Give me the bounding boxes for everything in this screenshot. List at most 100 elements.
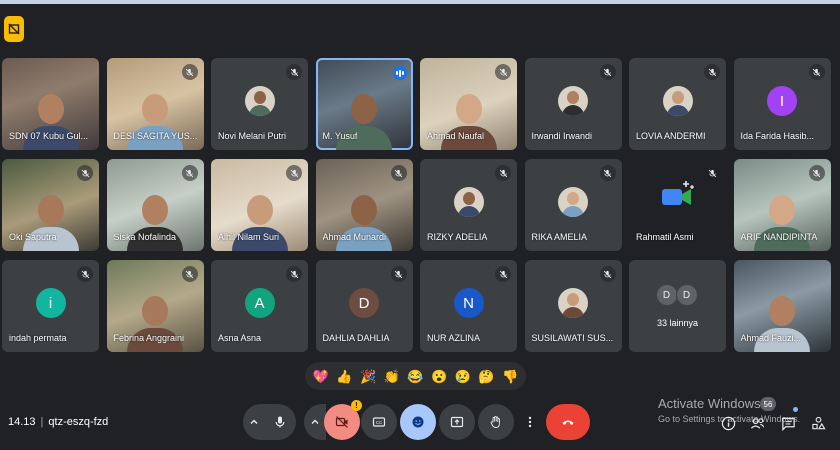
participant-tile[interactable]: D DAHLIA DAHLIA (315, 260, 413, 352)
speaking-indicator-icon (392, 66, 407, 80)
camera-warning-badge: ! (351, 400, 362, 411)
leave-call-button[interactable] (546, 404, 590, 440)
mic-off-icon (603, 270, 612, 278)
muted-indicator (181, 64, 198, 80)
party-popper-icon[interactable]: 🎉 (360, 370, 376, 383)
watermark-title: Activate Windows (658, 396, 761, 411)
more-options-button[interactable] (518, 404, 542, 440)
mic-off-icon (812, 169, 821, 177)
muted-indicator (704, 165, 720, 181)
participant-avatar: I (767, 86, 797, 116)
thinking-face-icon[interactable]: 🤔 (478, 370, 494, 383)
mic-off-icon (708, 169, 716, 177)
emoji-icon (412, 416, 424, 428)
participant-name: ARIF NANDIPINTA (740, 232, 818, 242)
participant-name: SDN 07 Kubu Gul... (9, 131, 89, 141)
participant-tile[interactable]: Alhil Nilam Suri (211, 159, 308, 251)
participant-avatar: N (453, 288, 484, 318)
participant-tile[interactable]: RIKA AMELIA (524, 159, 622, 251)
chevron-up-icon (250, 419, 258, 424)
mic-off-icon (290, 68, 298, 76)
participant-avatar (558, 86, 588, 116)
muted-indicator (495, 266, 511, 282)
participant-tile[interactable]: i indah permata (2, 260, 99, 352)
participant-tile[interactable]: Novi Melani Putri (211, 58, 308, 150)
present-button[interactable] (439, 404, 475, 440)
audio-options-button[interactable] (243, 404, 265, 440)
participant-tile[interactable]: Irwandi Irwandi (524, 58, 622, 150)
camera-button[interactable]: ! (324, 400, 362, 440)
mic-off-icon (394, 270, 403, 278)
participant-tile[interactable]: Ahmad Naufal (420, 58, 517, 150)
participant-tile[interactable]: Rahmatil Asmi (629, 159, 726, 251)
muted-indicator (495, 64, 511, 80)
people-button[interactable] (748, 414, 766, 432)
video-options-button[interactable] (304, 404, 326, 440)
participant-tile[interactable]: SUSILAWATI SUS... (524, 260, 622, 352)
more-participants-label: 33 lainnya (656, 318, 699, 328)
participant-name: RIZKY ADELIA (427, 232, 488, 242)
laughing-face-icon[interactable]: 😂 (407, 370, 423, 383)
participant-name: Ahmad Naufal (427, 131, 485, 141)
muted-indicator (77, 266, 93, 282)
participant-tile[interactable]: SDN 07 Kubu Gul... (2, 58, 99, 150)
participant-tile[interactable]: LOVIA ANDERMI (629, 58, 726, 150)
participant-tile[interactable]: Oki Saputra (2, 159, 99, 251)
mic-off-icon (185, 68, 194, 76)
crying-face-icon[interactable]: 😢 (455, 370, 471, 383)
participant-tile[interactable]: Febrina Anggraini (106, 260, 204, 352)
surprised-face-icon[interactable]: 😮 (431, 370, 447, 383)
mic-off-icon (708, 68, 716, 76)
participant-tile[interactable]: N NUR AZLINA (420, 260, 517, 352)
mic-off-icon (290, 169, 298, 177)
participant-avatar: i (35, 288, 66, 318)
participant-tile[interactable]: DESI SAGITA YUS... (106, 58, 204, 150)
activities-button[interactable] (810, 414, 826, 432)
camera-off-icon (335, 416, 348, 428)
clapping-hands-icon[interactable]: 👏 (384, 370, 400, 383)
notification-dot (793, 407, 798, 412)
participant-tile[interactable]: A Asna Asna (211, 260, 308, 352)
muted-indicator (77, 165, 93, 181)
muted-indicator (599, 64, 616, 80)
participant-count-badge: 56 (760, 397, 776, 411)
reactions-button[interactable] (400, 404, 436, 440)
participant-tile[interactable]: I Ida Farida Hasib... (733, 58, 831, 150)
mic-off-icon (812, 68, 821, 76)
participant-tile[interactable]: ARIF NANDIPINTA (733, 159, 831, 251)
thumbs-down-icon[interactable]: 👎 (502, 370, 518, 383)
participant-tile[interactable]: Siska Nofalinda (106, 159, 204, 251)
chat-icon (781, 417, 795, 431)
hand-icon (490, 415, 500, 428)
participant-tile[interactable]: M. Yusuf (315, 58, 413, 150)
captions-button[interactable]: CC (361, 404, 397, 440)
muted-indicator (808, 165, 825, 181)
muted-indicator (808, 64, 825, 80)
more-participants-tile[interactable]: D D 33 lainnya (629, 260, 726, 352)
chat-button[interactable] (780, 414, 796, 432)
participant-tile[interactable]: Ahmad Fauzi... (733, 260, 831, 352)
meeting-details-button[interactable] (720, 414, 736, 432)
reactions-bar: 💖 👍 🎉 👏 😂 😮 😢 🤔 👎 (305, 362, 526, 390)
participant-name: Oki Saputra (9, 232, 57, 242)
mic-off-icon (499, 270, 507, 278)
meet-logo-icon (662, 181, 694, 205)
activities-icon (811, 416, 826, 429)
mic-off-icon (185, 270, 194, 278)
participant-name: Ida Farida Hasib... (740, 131, 815, 141)
participant-avatar (244, 86, 275, 116)
participant-tile[interactable]: Ahmad Munardi (315, 159, 413, 251)
participant-video-feed (336, 94, 392, 150)
muted-indicator (390, 165, 407, 181)
participant-tile[interactable]: RIZKY ADELIA (420, 159, 517, 251)
muted-indicator (286, 165, 302, 181)
microphone-button[interactable] (264, 404, 296, 440)
raise-hand-button[interactable] (478, 404, 514, 440)
sparkling-heart-icon[interactable]: 💖 (313, 370, 329, 383)
participant-avatar (558, 187, 588, 217)
participant-name: LOVIA ANDERMI (636, 131, 706, 141)
recording-indicator[interactable] (4, 16, 24, 42)
thumbs-up-icon[interactable]: 👍 (336, 370, 352, 383)
info-icon (721, 416, 735, 430)
participant-name: Novi Melani Putri (218, 131, 287, 141)
